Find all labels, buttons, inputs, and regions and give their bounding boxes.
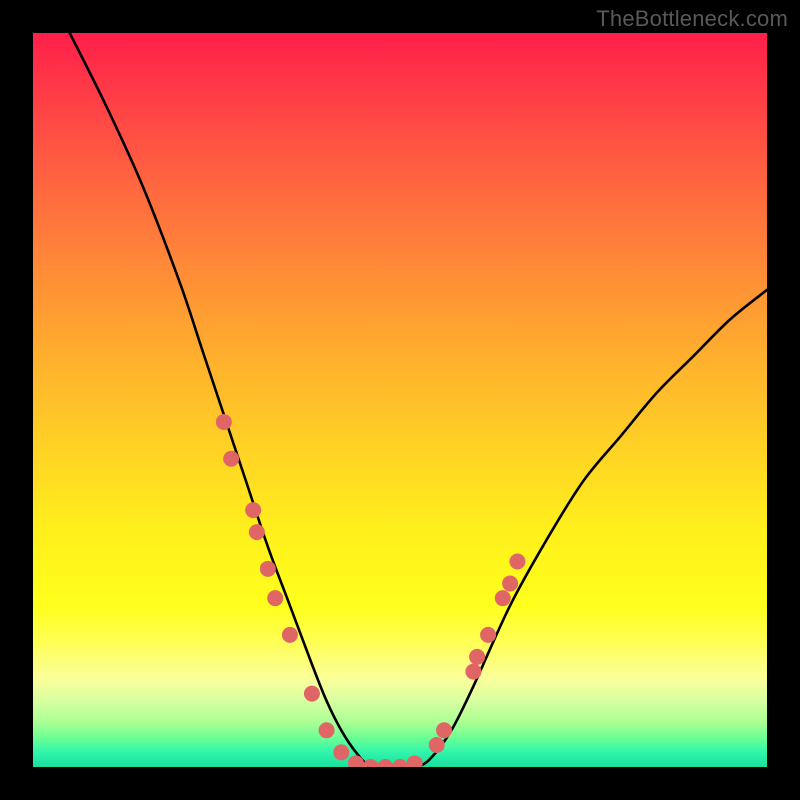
data-point [223, 451, 239, 467]
markers-layer [216, 414, 526, 767]
data-point [465, 664, 481, 680]
data-point [216, 414, 232, 430]
data-point [429, 737, 445, 753]
data-point [363, 759, 379, 767]
data-point [282, 627, 298, 643]
data-point [469, 649, 485, 665]
data-point [480, 627, 496, 643]
curve-layer [70, 33, 767, 767]
data-point [407, 755, 423, 767]
data-point [502, 576, 518, 592]
bottleneck-curve [70, 33, 767, 767]
chart-frame: TheBottleneck.com [0, 0, 800, 800]
data-point [319, 722, 335, 738]
data-point [267, 590, 283, 606]
data-point [392, 759, 408, 767]
data-point [436, 722, 452, 738]
data-point [333, 744, 349, 760]
data-point [509, 553, 525, 569]
data-point [260, 561, 276, 577]
plot-area [33, 33, 767, 767]
data-point [245, 502, 261, 518]
data-point [304, 686, 320, 702]
data-point [377, 759, 393, 767]
data-point [249, 524, 265, 540]
watermark-text: TheBottleneck.com [596, 6, 788, 32]
chart-svg [33, 33, 767, 767]
data-point [495, 590, 511, 606]
